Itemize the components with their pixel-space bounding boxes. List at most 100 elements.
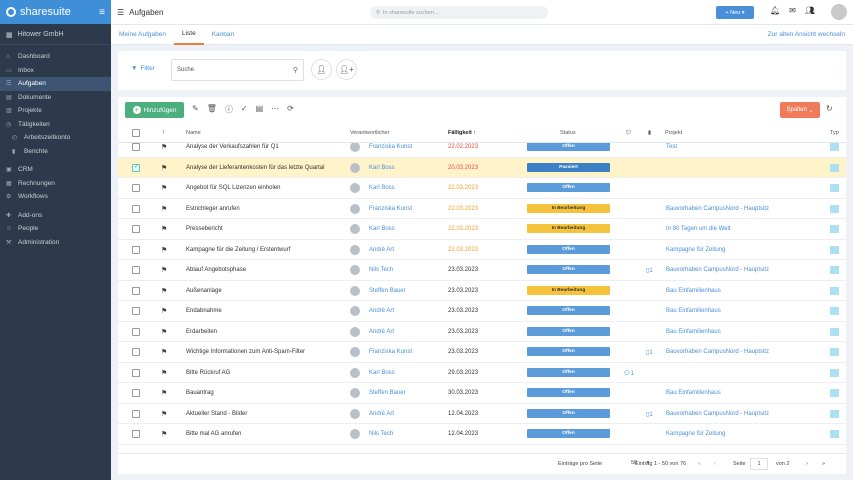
status-badge[interactable]: In Bearbeitung: [527, 224, 610, 233]
row-checkbox[interactable]: [132, 368, 140, 377]
responsible-person[interactable]: André Art: [369, 411, 394, 417]
add-user-filter-button[interactable]: 👤︎+: [336, 59, 357, 80]
user-filter-button[interactable]: 👤︎: [311, 59, 332, 80]
row-checkbox[interactable]: [132, 430, 140, 438]
table-row[interactable]: ⚑ Endabnahme André Art 23.03.2023 Offen Bau E…: [118, 301, 846, 322]
responsible-person[interactable]: Karl Boss: [369, 226, 395, 232]
sidebar-item-workflows[interactable]: ⚙ Workflows: [0, 190, 111, 204]
responsible-person[interactable]: Karl Boss: [369, 370, 395, 376]
tab-meine-aufgaben[interactable]: Meine Aufgaben: [111, 25, 174, 45]
bell-icon[interactable]: 🔔︎: [770, 6, 780, 15]
tab-kanban[interactable]: Kanban: [204, 25, 242, 45]
sync-icon[interactable]: ⟳: [287, 104, 294, 115]
status-badge[interactable]: Offen: [527, 306, 610, 315]
row-checkbox[interactable]: ✓: [132, 163, 140, 172]
sidebar-item-inbox[interactable]: ▭ Inbox: [0, 64, 111, 78]
status-badge[interactable]: Offen: [527, 408, 610, 418]
row-checkbox[interactable]: [132, 225, 140, 233]
status-badge[interactable]: In Bearbeitung: [527, 203, 610, 213]
project-link[interactable]: In 80 Tagen um die Welt: [666, 226, 731, 232]
next-page-icon[interactable]: ›: [806, 461, 808, 467]
task-name[interactable]: Bauantrag: [186, 390, 214, 396]
flag-icon[interactable]: ⚑: [161, 410, 167, 418]
status-badge[interactable]: Offen: [527, 244, 610, 254]
task-name[interactable]: Angebot für SQL Lizenzen einholen: [186, 185, 281, 191]
document-count[interactable]: ▯1: [646, 267, 653, 274]
task-name[interactable]: Außenanlage: [186, 288, 222, 294]
project-link[interactable]: Bauvorhaben CampusNord - Hauptsitz: [666, 267, 769, 273]
responsible-person[interactable]: André Art: [369, 247, 394, 253]
sidebar-item-administration[interactable]: ⚒ Administration: [0, 236, 111, 250]
filter-toggle[interactable]: ▼ Filter: [131, 65, 155, 72]
status-badge[interactable]: Offen: [527, 326, 610, 336]
add-task-button[interactable]: + Hinzufügen: [125, 102, 184, 118]
sidebar-item-rechnungen[interactable]: ▦ Rechnungen: [0, 177, 111, 191]
global-search-input[interactable]: ⚲ In sharesuite suchen...: [370, 6, 548, 19]
flag-icon[interactable]: ⚑: [161, 389, 167, 397]
flag-icon[interactable]: ⚑: [161, 430, 167, 438]
table-row[interactable]: ⚑ Bitte mal AG anrufen Nils Tech 12.04.2023…: [118, 424, 846, 445]
task-name[interactable]: Endabnahme: [186, 308, 222, 314]
row-checkbox[interactable]: [132, 389, 140, 397]
status-badge[interactable]: Offen: [527, 429, 610, 438]
comment-column-icon[interactable]: 💬︎: [625, 130, 632, 136]
col-project[interactable]: Projekt: [665, 130, 682, 136]
flag-icon[interactable]: ⚑: [161, 287, 167, 295]
project-link[interactable]: Bau Einfamilienhaus: [666, 329, 721, 335]
row-checkbox[interactable]: [132, 409, 140, 418]
task-name[interactable]: Aktueller Stand - Bilder: [186, 411, 247, 417]
refresh-icon[interactable]: ↻: [826, 104, 833, 113]
user-avatar[interactable]: [831, 4, 847, 20]
users-icon[interactable]: 👥︎: [805, 6, 815, 15]
sidebar-item-arbeitszeitkonto[interactable]: ◴ Arbeitszeitkonto: [0, 131, 111, 145]
info-icon[interactable]: ⓘ: [225, 104, 233, 115]
prev-page-icon[interactable]: ‹: [714, 461, 716, 467]
flag-icon[interactable]: ⚑: [161, 143, 167, 151]
table-row[interactable]: ⚑ Kampagne für die Zeitung / Erstentwurf A…: [118, 240, 846, 260]
project-link[interactable]: Bauvorhaben CampusNord - Hauptsitz: [666, 206, 769, 212]
table-row[interactable]: ⚑ Erdarbeiten André Art 23.03.2023 Offen Bau …: [118, 322, 846, 342]
sidebar-item-aufgaben[interactable]: ☰ Aufgaben: [0, 77, 111, 91]
sidebar-item-crm[interactable]: ▣ CRM: [0, 163, 111, 177]
hamburger-menu-icon[interactable]: ≡: [99, 7, 105, 18]
responsible-person[interactable]: Franziska Kunst: [369, 349, 412, 355]
row-checkbox[interactable]: [132, 327, 140, 336]
responsible-person[interactable]: Steffen Bauer: [369, 288, 406, 294]
row-checkbox[interactable]: [132, 348, 140, 356]
col-responsible[interactable]: Verantwortlicher: [350, 130, 389, 136]
responsible-person[interactable]: André Art: [369, 308, 394, 314]
flag-icon[interactable]: ⚑: [161, 164, 167, 172]
task-name[interactable]: Wichtige Informationen zum Anti-Spam-Fil…: [186, 349, 305, 355]
task-name[interactable]: Estrichleger anrufen: [186, 206, 240, 212]
flag-icon[interactable]: ⚑: [161, 307, 167, 315]
table-row[interactable]: ⚑ Pressebericht Karl Boss 22.03.2023 In Bear…: [118, 219, 846, 240]
check-icon[interactable]: ✓: [241, 104, 248, 115]
project-link[interactable]: Test: [666, 144, 677, 150]
table-row[interactable]: ✓ ⚑ Analyse der Lieferantenkosten für das …: [118, 157, 846, 178]
task-name[interactable]: Pressebericht: [186, 226, 223, 232]
row-checkbox[interactable]: [132, 143, 140, 151]
status-badge[interactable]: Offen: [527, 183, 610, 192]
table-row[interactable]: ⚑ Bitte Rückruf AG Karl Boss 29.03.2023 Offe…: [118, 363, 846, 383]
mail-icon[interactable]: ✉: [789, 6, 796, 15]
project-link[interactable]: Bau Einfamilienhaus: [666, 308, 721, 314]
document-count[interactable]: ▯1: [646, 349, 653, 356]
document-icon[interactable]: ▤: [256, 104, 264, 115]
table-row[interactable]: ⚑ Aktueller Stand - Bilder André Art 12.04.…: [118, 404, 846, 424]
table-row[interactable]: ⚑ Angebot für SQL Lizenzen einholen Karl B…: [118, 178, 846, 199]
row-checkbox[interactable]: [132, 184, 140, 192]
task-name[interactable]: Erdarbeiten: [186, 329, 217, 335]
project-link[interactable]: Bau Einfamilienhaus: [666, 390, 721, 396]
project-link[interactable]: Bau Einfamilienhaus: [666, 288, 721, 294]
table-row[interactable]: ⚑ Analyse der Verkaufszahlen für Q1 Franzi…: [118, 143, 846, 158]
task-name[interactable]: Analyse der Verkaufszahlen für Q1: [186, 144, 279, 150]
sidebar-item-dashboard[interactable]: ⌂ Dashboard: [0, 50, 111, 64]
table-row[interactable]: ⚑ Außenanlage Steffen Bauer 23.03.2023 In Be…: [118, 281, 846, 301]
company-selector[interactable]: ▦ Hitower GmbH: [0, 25, 111, 45]
col-type[interactable]: Typ: [830, 130, 839, 136]
old-view-link[interactable]: Zur alten Ansicht wechseln: [768, 31, 845, 38]
row-checkbox[interactable]: [132, 245, 140, 254]
tab-liste[interactable]: Liste: [173, 25, 204, 45]
responsible-person[interactable]: Karl Boss: [369, 185, 395, 191]
row-checkbox[interactable]: [132, 286, 140, 295]
